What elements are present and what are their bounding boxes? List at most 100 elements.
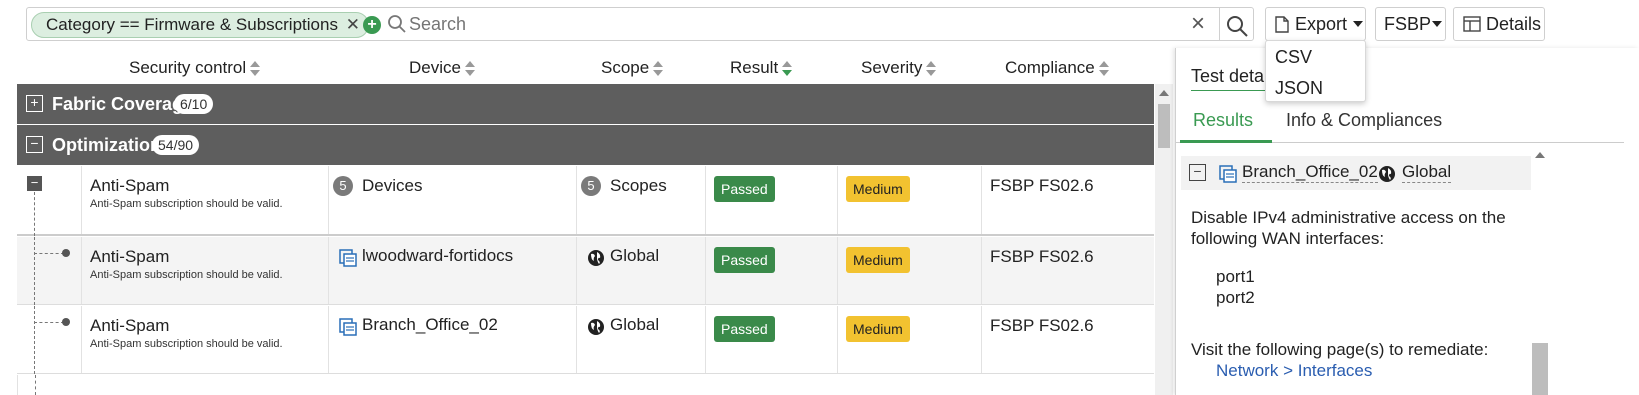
device-cell: 5 Devices [329, 166, 577, 234]
tree-line [35, 375, 36, 395]
tree-line [34, 306, 35, 374]
column-label: Severity [861, 58, 923, 77]
toolbar: Category == Firmware & Subscriptions ✕ +… [0, 0, 1639, 50]
table-row[interactable]: Anti-Spam Anti-Spam subscription should … [17, 237, 1154, 305]
scope-cell: Global [577, 306, 706, 373]
export-button[interactable]: Export [1265, 7, 1366, 41]
compliance-value: FSBP FS02.6 [990, 176, 1094, 195]
sort-icon [782, 60, 793, 77]
menu-item-csv[interactable]: CSV [1275, 47, 1312, 68]
device-name[interactable]: Branch_Office_02 [362, 315, 498, 335]
column-label: Result [730, 58, 779, 77]
compliance-cell: FSBP FS02.6 [982, 166, 1154, 234]
filter-chip-label: Category == Firmware & Subscriptions [46, 15, 338, 34]
remediate-link[interactable]: Network > Interfaces [1216, 361, 1372, 381]
control-name: Anti-Spam [90, 247, 170, 266]
tree-cell [17, 237, 82, 305]
detail-description-line: following WAN interfaces: [1191, 229, 1385, 248]
expand-icon[interactable]: + [26, 95, 43, 112]
search-bar[interactable]: Category == Firmware & Subscriptions ✕ +… [26, 7, 1254, 41]
fortigate-device-icon [339, 318, 357, 336]
details-panel-icon [1463, 16, 1481, 32]
collapse-icon[interactable]: − [27, 176, 42, 191]
security-control-cell: Anti-Spam Anti-Spam subscription should … [82, 166, 329, 234]
table-scrollbar[interactable] [1155, 84, 1173, 395]
column-header-compliance[interactable]: Compliance [1005, 54, 1109, 82]
framework-label: FSBP [1384, 14, 1432, 34]
security-control-cell: Anti-Spam Anti-Spam subscription should … [82, 237, 329, 304]
column-header-security-control[interactable]: Security control [129, 54, 261, 82]
control-name: Anti-Spam [90, 316, 170, 335]
scope-count-badge: 5 [581, 176, 601, 196]
column-label: Scope [601, 58, 650, 77]
severity-cell: Medium [838, 237, 982, 304]
scroll-up-icon[interactable] [1159, 90, 1169, 96]
menu-item-json[interactable]: JSON [1275, 78, 1323, 99]
passed-badge: Passed [714, 176, 775, 202]
column-header-scope[interactable]: Scope [601, 54, 664, 82]
scope-name[interactable]: Scopes [610, 176, 667, 196]
search-icon [388, 15, 406, 33]
search-input[interactable] [409, 9, 1209, 39]
tree-branch [34, 322, 64, 323]
sort-icon [926, 60, 937, 77]
fortigate-device-icon [339, 249, 357, 267]
scope-cell: 5 Scopes [577, 166, 706, 234]
scope-name[interactable]: Global [610, 315, 659, 335]
remove-filter-icon[interactable]: ✕ [346, 13, 360, 37]
scrollbar-thumb[interactable] [1158, 104, 1170, 148]
group-row-optimization[interactable]: − Optimization 54/90 [17, 125, 1154, 165]
scroll-up-icon[interactable] [1535, 152, 1545, 158]
table-row[interactable]: − Anti-Spam Anti-Spam subscription shoul… [17, 166, 1154, 236]
column-header-device[interactable]: Device [409, 54, 475, 82]
device-name[interactable]: Devices [362, 176, 422, 196]
compliance-cell: FSBP FS02.6 [982, 237, 1154, 304]
table-row[interactable]: Anti-Spam Anti-Spam subscription should … [17, 306, 1154, 374]
tree-branch [34, 253, 64, 254]
filter-chip[interactable]: Category == Firmware & Subscriptions ✕ [31, 12, 369, 38]
collapse-icon[interactable]: − [1189, 164, 1206, 181]
sort-icon [464, 60, 475, 77]
group-title: Fabric Coverage [52, 94, 194, 114]
device-name[interactable]: lwoodward-fortidocs [362, 246, 513, 266]
result-cell: Passed [706, 166, 838, 234]
control-name: Anti-Spam [90, 176, 170, 195]
tab-results[interactable]: Results [1193, 110, 1253, 131]
port-item: port1 [1216, 267, 1255, 286]
panel-scrollbar-thumb[interactable] [1532, 343, 1548, 395]
globe-icon [588, 250, 604, 266]
chevron-down-icon [1432, 21, 1442, 27]
device-cell: Branch_Office_02 [329, 306, 577, 373]
group-count-badge: 54/90 [152, 135, 200, 155]
tree-line [34, 192, 35, 236]
result-item-header: − Branch_Office_02 Global [1181, 156, 1531, 190]
column-header-severity[interactable]: Severity [861, 54, 937, 82]
collapse-icon[interactable]: − [26, 136, 43, 153]
active-tab-indicator [1180, 140, 1272, 143]
tree-node-dot [62, 249, 70, 257]
test-details-panel: Test details Results Info & Compliances … [1175, 48, 1639, 395]
tab-info-compliances[interactable]: Info & Compliances [1286, 110, 1442, 131]
framework-select[interactable]: FSBP [1375, 7, 1446, 41]
port-item: port2 [1216, 288, 1255, 307]
detail-device-name[interactable]: Branch_Office_02 [1242, 162, 1378, 183]
control-description: Anti-Spam subscription should be valid. [90, 338, 283, 350]
result-cell: Passed [706, 306, 838, 373]
details-button[interactable]: Details [1453, 7, 1545, 41]
group-title: Optimization [52, 135, 161, 155]
detail-description-line: Disable IPv4 administrative access on th… [1191, 208, 1506, 227]
control-description: Anti-Spam subscription should be valid. [90, 269, 283, 281]
chevron-down-icon [1353, 21, 1363, 27]
scope-name[interactable]: Global [610, 246, 659, 266]
search-button-icon[interactable] [1225, 14, 1249, 38]
compliance-value: FSBP FS02.6 [990, 247, 1094, 266]
clear-search-icon[interactable]: × [1191, 8, 1205, 40]
device-count-badge: 5 [333, 176, 353, 196]
column-header-result[interactable]: Result [730, 54, 793, 82]
remediate-text: Visit the following page(s) to remediate… [1191, 340, 1489, 359]
detail-scope-name[interactable]: Global [1402, 162, 1452, 183]
group-count-badge: 6/10 [174, 94, 214, 114]
group-row-fabric-coverage[interactable]: + Fabric Coverage 6/10 [17, 84, 1154, 124]
tree-node-dot [62, 318, 70, 326]
add-filter-icon[interactable]: + [363, 16, 381, 34]
